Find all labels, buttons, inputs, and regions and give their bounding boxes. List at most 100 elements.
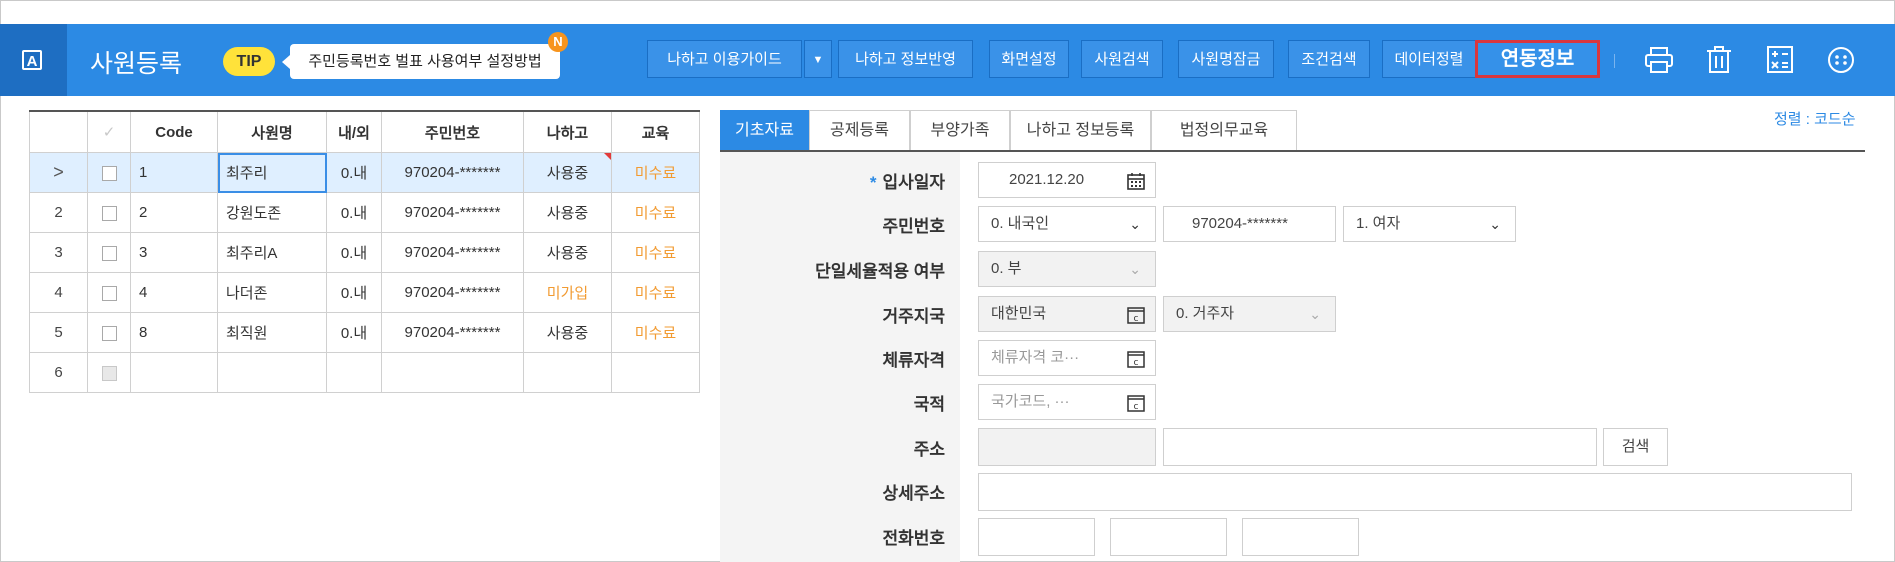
sort-order-label[interactable]: 정렬 : 코드순 bbox=[1774, 108, 1856, 129]
visa-field[interactable]: 체류자격 코··· c bbox=[978, 340, 1156, 376]
tab-mandatory-education[interactable]: 법정의무교육 bbox=[1151, 110, 1297, 150]
row-checkbox[interactable] bbox=[87, 152, 131, 193]
table-row-new[interactable]: 6 bbox=[29, 352, 700, 393]
trash-icon[interactable] bbox=[1703, 46, 1735, 74]
cell-inout[interactable]: 0.내 bbox=[326, 152, 382, 193]
svg-text:c: c bbox=[1134, 314, 1139, 324]
header-name[interactable]: 사원명 bbox=[217, 110, 327, 153]
tab-nahago-info[interactable]: 나하고 정보등록 bbox=[1010, 110, 1151, 150]
link-info-button[interactable]: 연동정보 bbox=[1475, 40, 1600, 78]
toolbar-divider bbox=[1614, 54, 1615, 68]
row-checkbox[interactable] bbox=[87, 272, 131, 313]
cell-name[interactable]: 나더존 bbox=[217, 272, 327, 313]
cell-rrn[interactable]: 970204-******* bbox=[381, 152, 524, 193]
address-search-button[interactable]: 검색 bbox=[1603, 428, 1668, 466]
cell-rrn[interactable]: 970204-******* bbox=[381, 232, 524, 273]
row-checkbox[interactable] bbox=[87, 192, 131, 233]
cell-code[interactable]: 3 bbox=[130, 232, 218, 273]
guide-button[interactable]: 나하고 이용가이드 bbox=[647, 40, 802, 78]
calculator-icon[interactable] bbox=[1764, 46, 1796, 74]
screen-settings-button[interactable]: 화면설정 bbox=[989, 40, 1069, 78]
cell-rrn[interactable]: 970204-******* bbox=[381, 312, 524, 353]
address-detail-field[interactable] bbox=[978, 473, 1852, 511]
cell-name[interactable]: 최주리 bbox=[217, 152, 327, 193]
cell-education[interactable]: 미수료 bbox=[611, 152, 700, 193]
phone-part3-field[interactable] bbox=[1242, 518, 1359, 556]
data-sort-button[interactable]: 데이터정렬 bbox=[1382, 40, 1476, 78]
cell-education[interactable] bbox=[611, 352, 700, 393]
row-checkbox[interactable] bbox=[87, 232, 131, 273]
cell-nahago[interactable]: 사용중 bbox=[523, 152, 612, 193]
table-row[interactable]: 5 8 최직원 0.내 970204-******* 사용중 미수료 bbox=[29, 312, 700, 353]
rrn-field[interactable]: 970204-******* bbox=[1163, 206, 1336, 242]
cell-code[interactable]: 1 bbox=[130, 152, 218, 193]
cell-code[interactable]: 4 bbox=[130, 272, 218, 313]
tip-badge[interactable]: TIP bbox=[223, 47, 275, 76]
employee-table: ✓ Code 사원명 내/외 주민번호 나하고 교육 > 1 최주리 0.내 9… bbox=[29, 110, 700, 393]
tab-basic[interactable]: 기초자료 bbox=[720, 110, 809, 150]
cell-inout[interactable]: 0.내 bbox=[326, 272, 382, 313]
cell-inout[interactable]: 0.내 bbox=[326, 192, 382, 233]
cell-nahago[interactable] bbox=[523, 352, 612, 393]
phone-part1-field[interactable] bbox=[978, 518, 1095, 556]
nationality-type-select[interactable]: 0. 내국인 ⌄ bbox=[978, 206, 1156, 242]
more-icon[interactable] bbox=[1825, 46, 1857, 74]
cell-inout[interactable]: 0.내 bbox=[326, 232, 382, 273]
code-help-icon[interactable]: c bbox=[1127, 350, 1145, 368]
table-row[interactable]: 4 4 나더존 0.내 970204-******* 미가입 미수료 bbox=[29, 272, 700, 313]
code-help-icon[interactable]: c bbox=[1127, 306, 1145, 324]
cell-education[interactable]: 미수료 bbox=[611, 232, 700, 273]
gender-select[interactable]: 1. 여자 ⌄ bbox=[1343, 206, 1516, 242]
cell-education[interactable]: 미수료 bbox=[611, 192, 700, 233]
print-icon[interactable] bbox=[1643, 46, 1675, 74]
cell-inout[interactable]: 0.내 bbox=[326, 312, 382, 353]
app-icon: A bbox=[22, 50, 42, 70]
header-rrn[interactable]: 주민번호 bbox=[381, 110, 524, 153]
hire-date-value: 2021.12.20 bbox=[1009, 171, 1085, 188]
cell-education[interactable]: 미수료 bbox=[611, 272, 700, 313]
guide-dropdown-button[interactable]: ▼ bbox=[804, 40, 832, 78]
header-nahago[interactable]: 나하고 bbox=[523, 110, 612, 153]
search-employee-button[interactable]: 사원검색 bbox=[1081, 40, 1163, 78]
cell-code[interactable]: 2 bbox=[130, 192, 218, 233]
hire-date-field[interactable]: 2021.12.20 bbox=[978, 162, 1156, 198]
phone-part2-field[interactable] bbox=[1110, 518, 1227, 556]
cell-name[interactable]: 강원도존 bbox=[217, 192, 327, 233]
reflect-info-button[interactable]: 나하고 정보반영 bbox=[838, 40, 973, 78]
cell-code[interactable]: 8 bbox=[130, 312, 218, 353]
header-education[interactable]: 교육 bbox=[611, 110, 700, 153]
header-inout[interactable]: 내/외 bbox=[326, 110, 382, 153]
tab-deduction[interactable]: 공제등록 bbox=[809, 110, 910, 150]
name-lock-button[interactable]: 사원명잠금 bbox=[1178, 40, 1274, 78]
calendar-icon[interactable] bbox=[1127, 172, 1145, 190]
cell-code[interactable] bbox=[130, 352, 218, 393]
cell-nahago[interactable]: 사용중 bbox=[523, 232, 612, 273]
app-menu-button[interactable]: A bbox=[0, 24, 67, 96]
address-field[interactable] bbox=[1163, 428, 1597, 466]
tab-dependents[interactable]: 부양가족 bbox=[910, 110, 1010, 150]
cell-rrn[interactable]: 970204-******* bbox=[381, 272, 524, 313]
tip-link[interactable]: 주민등록번호 벌표 사용여부 설정방법 bbox=[282, 44, 560, 79]
nationality-label: 국적 bbox=[913, 395, 945, 414]
cell-education[interactable]: 미수료 bbox=[611, 312, 700, 353]
cell-inout[interactable] bbox=[326, 352, 382, 393]
table-row[interactable]: 3 3 최주리A 0.내 970204-******* 사용중 미수료 bbox=[29, 232, 700, 273]
cell-rrn[interactable] bbox=[381, 352, 524, 393]
header-select-all[interactable]: ✓ bbox=[87, 110, 131, 153]
header-code[interactable]: Code bbox=[130, 110, 218, 153]
cell-name[interactable] bbox=[217, 352, 327, 393]
cell-nahago[interactable]: 사용중 bbox=[523, 192, 612, 233]
code-help-icon[interactable]: c bbox=[1127, 394, 1145, 412]
residence-country-field[interactable]: 대한민국 c bbox=[978, 296, 1156, 332]
condition-search-button[interactable]: 조건검색 bbox=[1288, 40, 1370, 78]
cell-nahago[interactable]: 미가입 bbox=[523, 272, 612, 313]
table-row[interactable]: > 1 최주리 0.내 970204-******* 사용중 미수료 bbox=[29, 152, 700, 193]
cell-name[interactable]: 최직원 bbox=[217, 312, 327, 353]
cell-nahago[interactable]: 사용중 bbox=[523, 312, 612, 353]
row-checkbox[interactable] bbox=[87, 312, 131, 353]
table-row[interactable]: 2 2 강원도존 0.내 970204-******* 사용중 미수료 bbox=[29, 192, 700, 233]
caret-down-icon: ▼ bbox=[812, 54, 824, 66]
nationality-field[interactable]: 국가코드, ··· c bbox=[978, 384, 1156, 420]
cell-rrn[interactable]: 970204-******* bbox=[381, 192, 524, 233]
cell-name[interactable]: 최주리A bbox=[217, 232, 327, 273]
